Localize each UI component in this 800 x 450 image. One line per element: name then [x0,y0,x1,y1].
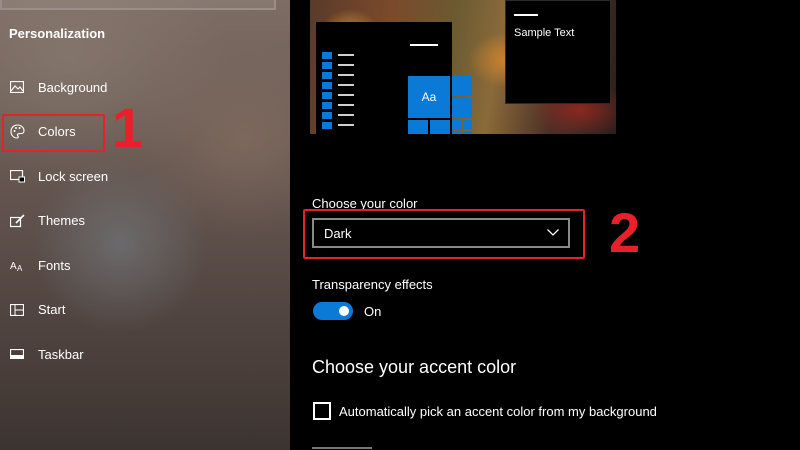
fonts-icon: AA [9,257,25,273]
toggle-knob [339,306,349,316]
sidebar-item-label: Colors [38,124,76,140]
transparency-toggle[interactable] [313,302,353,320]
main-content: Aa Sample Text Choose your color Dark 2 … [290,0,800,450]
accent-heading: Choose your accent color [312,357,517,377]
chevron-down-icon [546,225,560,239]
section-title: Personalization [9,26,106,41]
preview-tile-sample: Aa [408,76,450,118]
lock-screen-icon [9,168,25,184]
transparency-label: Transparency effects [312,277,433,292]
sidebar-item-background[interactable]: Background [0,65,290,110]
sidebar-item-start[interactable]: Start [0,288,290,333]
sidebar: Personalization Background Colors Lock s… [0,0,290,450]
annotation-step-1: 1 [112,96,144,159]
sidebar-item-label: Start [38,302,66,318]
auto-accent-checkbox[interactable] [313,402,331,420]
sidebar-nav: Background Colors Lock screen Themes AA [0,65,290,377]
palette-icon [9,124,25,140]
brush-icon [9,213,25,229]
sidebar-item-label: Background [38,79,108,95]
sidebar-item-themes[interactable]: Themes [0,199,290,244]
taskbar-icon [9,346,25,362]
sidebar-item-label: Taskbar [38,346,84,362]
preview-start-bar [410,44,438,46]
transparency-state: On [364,304,382,319]
preview-start-menu: Aa [316,22,472,134]
sidebar-item-label: Fonts [38,257,71,273]
preview-sample-window: Sample Text [505,0,611,104]
sidebar-item-lock-screen[interactable]: Lock screen [0,154,290,199]
sidebar-item-colors[interactable]: Colors [0,110,290,155]
sidebar-item-label: Themes [38,213,85,229]
annotation-step-2: 2 [609,201,641,264]
sidebar-item-fonts[interactable]: AA Fonts [0,243,290,288]
theme-preview: Aa Sample Text [310,0,616,134]
svg-text:A: A [17,264,23,272]
cutoff-text [312,444,372,450]
dropdown-value: Dark [324,225,352,241]
sidebar-item-taskbar[interactable]: Taskbar [0,332,290,377]
search-box[interactable] [0,0,276,10]
sidebar-item-label: Lock screen [38,168,109,184]
svg-text:A: A [10,261,17,272]
picture-icon [9,79,25,95]
choose-color-dropdown[interactable]: Dark [312,218,570,248]
preview-app-list-lines [338,54,354,134]
preview-sample-text: Sample Text [514,27,575,39]
auto-accent-label: Automatically pick an accent color from … [339,404,657,419]
start-grid-icon [9,302,25,318]
preview-app-list [322,52,332,132]
